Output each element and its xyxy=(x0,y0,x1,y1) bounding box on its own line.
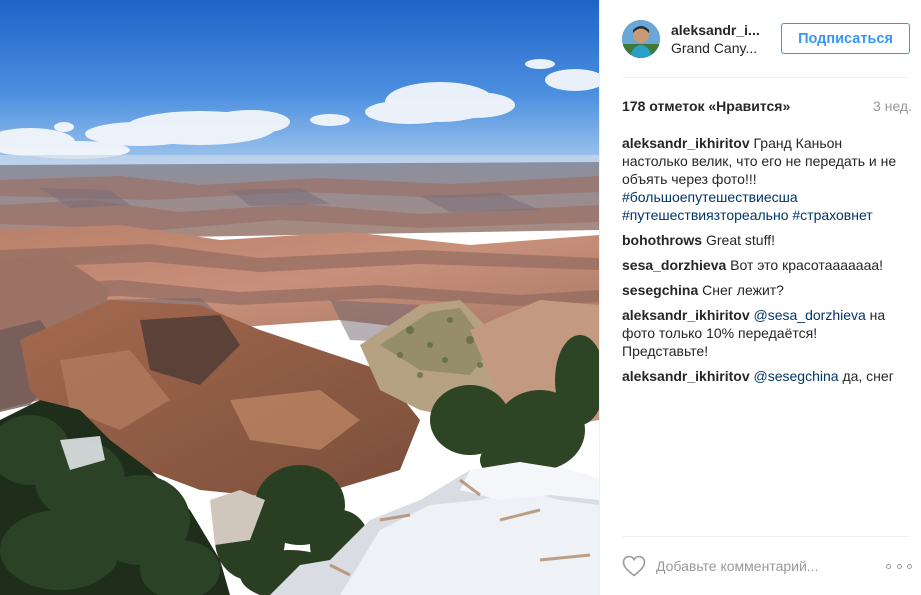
hashtag-link[interactable]: #путешествиязтореально xyxy=(622,207,788,223)
comment-input[interactable] xyxy=(656,558,856,574)
comment-username[interactable]: aleksandr_ikhiritov xyxy=(622,368,750,384)
username-link[interactable]: aleksandr_i... xyxy=(671,21,769,39)
comment-username[interactable]: aleksandr_ikhiritov xyxy=(622,307,750,323)
heart-outline-icon[interactable] xyxy=(622,555,646,577)
comment-item: sesa_dorzhieva Вот это красотааааааа! xyxy=(622,256,904,274)
hashtag-link[interactable]: #страховнет xyxy=(792,207,872,223)
comment-text: да, снег xyxy=(838,368,894,384)
comment-item: aleksandr_ikhiritov @sesegchina да, снег xyxy=(622,367,904,385)
comment-item: bohothrows Great stuff! xyxy=(622,231,904,249)
comment-username[interactable]: bohothrows xyxy=(622,232,702,248)
mention-link[interactable]: @sesa_dorzhieva xyxy=(754,307,866,323)
dot xyxy=(896,563,902,569)
comment-text: Great stuff! xyxy=(702,232,775,248)
post-side-panel: aleksandr_i... Grand Cany... Подписаться… xyxy=(599,0,921,595)
avatar-image xyxy=(622,20,660,58)
dot xyxy=(886,563,891,569)
dot xyxy=(907,563,912,569)
location-link[interactable]: Grand Cany... xyxy=(671,39,769,57)
comment-username[interactable]: sesa_dorzhieva xyxy=(622,257,726,273)
post-photo[interactable] xyxy=(0,0,599,595)
follow-button[interactable]: Подписаться xyxy=(781,23,910,54)
likes-count[interactable]: 178 отметок «Нравится» xyxy=(622,98,790,114)
post-header: aleksandr_i... Grand Cany... Подписаться xyxy=(622,16,912,62)
grand-canyon-photo xyxy=(0,0,599,595)
comment-item: aleksandr_ikhiritov @sesa_dorzhieva на ф… xyxy=(622,306,904,360)
avatar[interactable] xyxy=(622,20,660,58)
comment-text: Вот это красотааааааа! xyxy=(726,257,884,273)
caption: aleksandr_ikhiritov Гранд Каньон настоль… xyxy=(622,134,904,224)
post-time[interactable]: 3 нед. xyxy=(873,98,912,114)
comment-text: Снег лежит? xyxy=(698,282,784,298)
divider xyxy=(622,536,909,537)
user-block: aleksandr_i... Grand Cany... xyxy=(671,21,769,57)
comments-list: aleksandr_ikhiritov Гранд Каньон настоль… xyxy=(622,134,904,392)
instagram-post: aleksandr_i... Grand Cany... Подписаться… xyxy=(0,0,921,595)
hashtag-link[interactable]: #большоепутешествиесша xyxy=(622,189,798,205)
mention-link[interactable]: @sesegchina xyxy=(754,368,839,384)
likes-row: 178 отметок «Нравится» 3 нед. xyxy=(622,96,912,116)
comment-username[interactable]: aleksandr_ikhiritov xyxy=(622,135,750,151)
comment-username[interactable]: sesegchina xyxy=(622,282,698,298)
more-options-icon[interactable] xyxy=(886,558,912,574)
divider xyxy=(622,77,909,78)
comment-item: sesegchina Снег лежит? xyxy=(622,281,904,299)
comment-bar xyxy=(622,552,912,580)
